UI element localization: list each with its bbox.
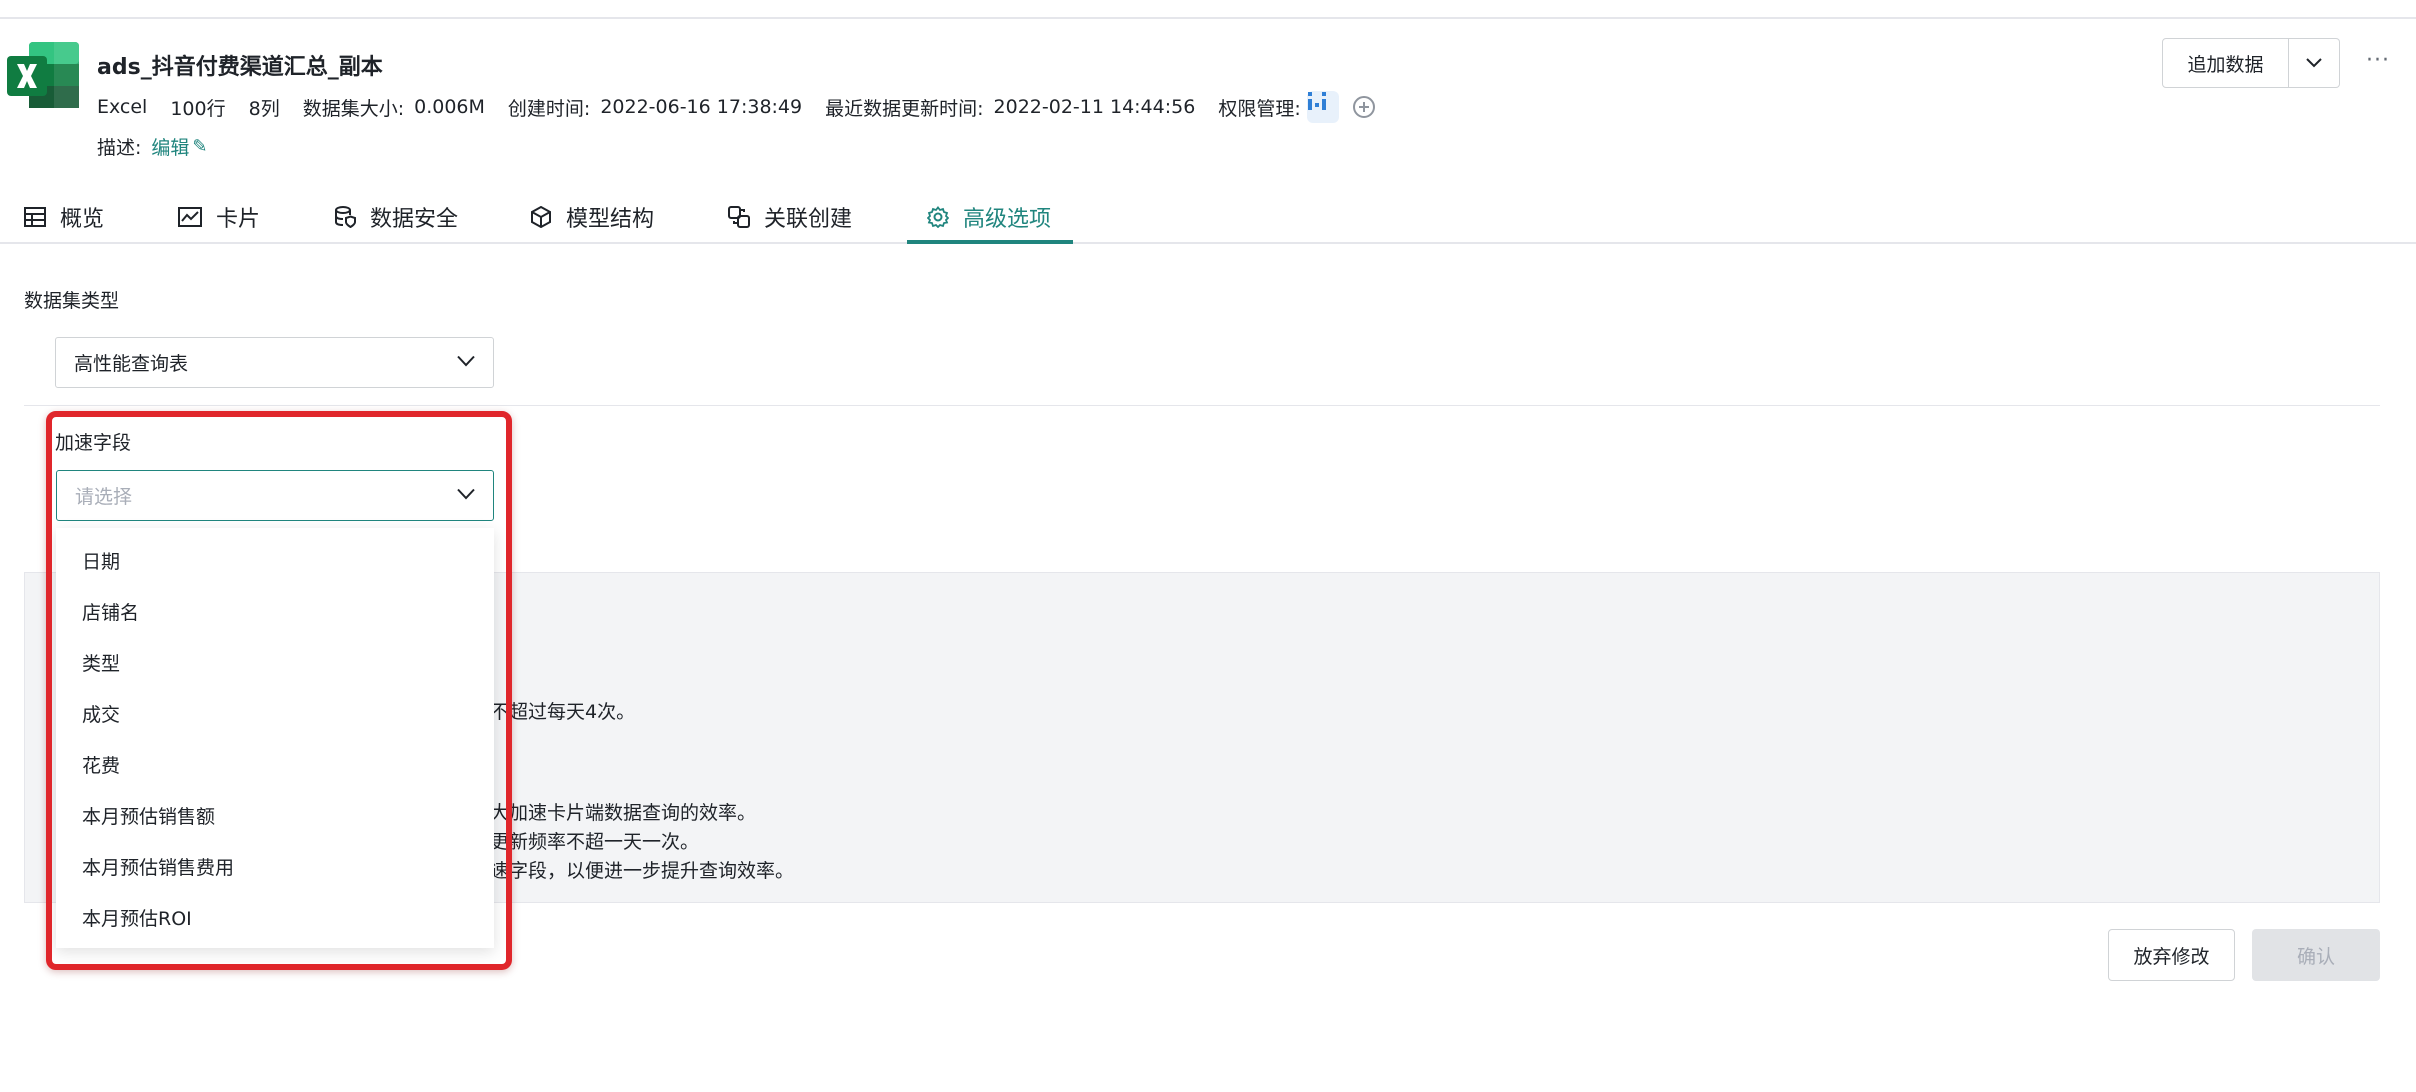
edit-description-link[interactable]: 编辑 [151,133,189,160]
description-label: 描述: [97,137,142,159]
tab-overview-label: 概览 [60,207,105,232]
append-data-group: 追加数据 [2162,38,2340,88]
info-line-3: 更新频率不超一天一次。 [490,831,700,853]
excel-file-icon [7,42,79,108]
tab-bar: 概览 卡片 数据安全 模型结构 关联创建 高级选项 [0,190,2416,244]
chevron-down-icon [457,355,475,366]
tab-cards-label: 卡片 [216,207,261,232]
add-permission-icon[interactable] [1352,96,1375,118]
confirm-button[interactable]: 确认 [2252,929,2380,981]
dataset-type-value: 高性能查询表 [74,353,189,375]
tab-cards[interactable]: 卡片 [178,190,260,244]
more-options-icon[interactable]: ··· [2366,48,2390,73]
tab-advanced-options-label: 高级选项 [963,207,1052,232]
meta-rows: 100行 [170,97,226,120]
pencil-icon[interactable]: ✎ [192,136,207,157]
meta-created-label: 创建时间: [507,97,591,120]
meta-type: Excel [97,96,148,118]
section-divider [24,405,2380,406]
chevron-down-icon [2306,58,2322,68]
meta-size-label: 数据集大小: [302,97,405,120]
meta-updated-label: 最近数据更新时间: [825,97,984,120]
cube-icon [531,206,551,228]
dataset-type-select[interactable]: 高性能查询表 [55,337,494,388]
tab-relation-create[interactable]: 关联创建 [728,190,852,244]
tab-overview[interactable]: 概览 [24,190,104,244]
tab-data-security[interactable]: 数据安全 [334,190,458,244]
meta-cols: 8列 [248,97,280,120]
append-data-dropdown[interactable] [2289,38,2340,88]
description-row: 描述: 编辑 ✎ [97,133,208,160]
active-tab-indicator [907,240,1073,244]
append-data-button[interactable]: 追加数据 [2162,38,2289,88]
dataset-meta: Excel 100行 8列 数据集大小: 0.006M 创建时间: 2022-0… [97,91,1375,123]
meta-created-value: 2022-06-16 17:38:49 [600,96,803,118]
link-create-icon [728,206,750,228]
line-chart-icon [178,207,202,227]
tab-model-structure-label: 模型结构 [566,207,655,232]
meta-updated-value: 2022-02-11 14:44:56 [993,96,1196,118]
tab-data-security-label: 数据安全 [370,207,459,232]
dataset-title: ads_抖音付费渠道汇总_副本 [97,55,383,80]
tab-advanced-options[interactable]: 高级选项 [927,190,1051,244]
meta-size-value: 0.006M [414,96,485,118]
tab-relation-create-label: 关联创建 [764,207,853,232]
highlight-box [46,411,512,970]
discard-button[interactable]: 放弃修改 [2108,929,2235,981]
permission-avatar-icon[interactable] [1306,91,1339,123]
table-icon [24,207,46,227]
info-line-2: 大加速卡片端数据查询的效率。 [490,802,757,824]
dataset-type-label: 数据集类型 [24,290,120,312]
info-line-4: 速字段，以便进一步提升查询效率。 [490,860,795,882]
top-divider [0,17,2416,19]
meta-permission-label: 权限管理: [1218,97,1301,120]
tab-model-structure[interactable]: 模型结构 [530,190,654,244]
database-shield-icon [335,206,356,228]
gear-icon [927,206,949,228]
